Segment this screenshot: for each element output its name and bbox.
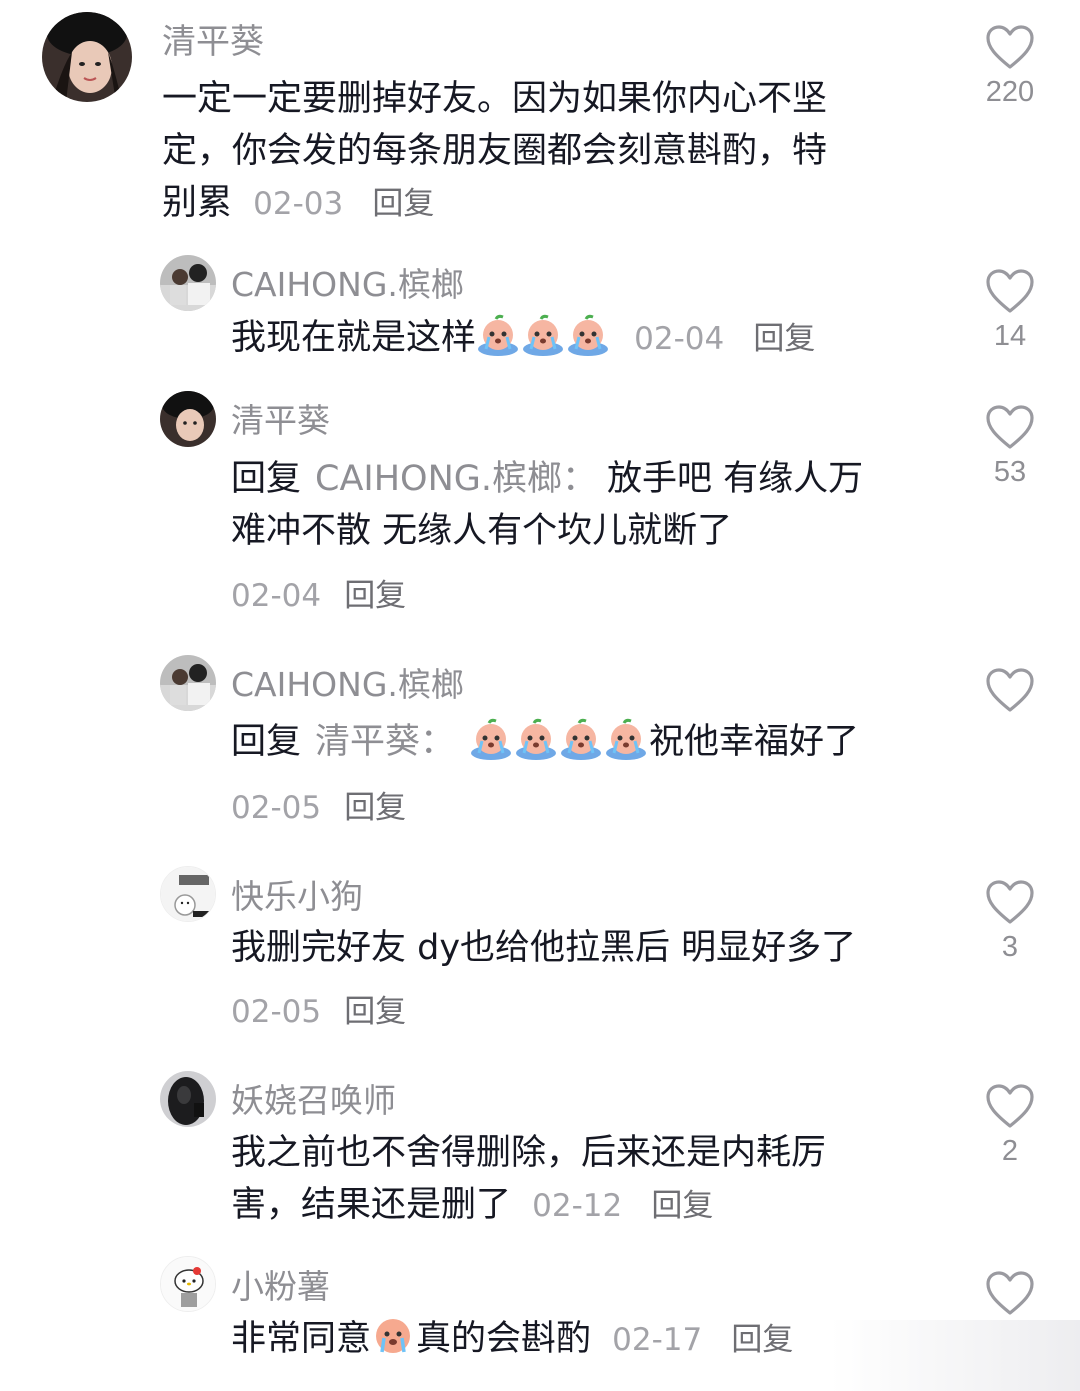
like-count: 220	[985, 76, 1035, 108]
comment-author[interactable]: 清平葵	[162, 14, 264, 63]
comment-text-fragment: 我现在就是这样	[231, 318, 477, 358]
like-button[interactable]: 53	[975, 404, 1045, 489]
comment-date: 02-04	[634, 321, 725, 357]
reply-prefix: 回复	[231, 459, 302, 499]
avatar[interactable]	[160, 1256, 216, 1312]
comment-author[interactable]: 妖娆召唤师	[231, 1074, 396, 1122]
comment-list: 清平葵 一定一定要删掉好友。因为如果你内心不坚 定，你会发的每条朋友圈都会刻意斟…	[0, 0, 1080, 1391]
comment-date: 02-17	[612, 1322, 703, 1358]
like-button[interactable]: 2	[975, 1083, 1045, 1168]
comment-text-fragment: 真的会斟酌	[416, 1319, 592, 1359]
comment-author[interactable]: CAIHONG.槟榔	[231, 658, 464, 706]
crying-emoji-icon	[561, 718, 602, 760]
reply-button[interactable]: 回复	[344, 578, 406, 614]
avatar[interactable]	[160, 1071, 216, 1127]
like-button[interactable]: 220	[975, 24, 1045, 109]
like-count: 14	[993, 320, 1027, 352]
avatar[interactable]	[160, 655, 216, 711]
comment-date: 02-12	[532, 1188, 623, 1224]
reply-button[interactable]: 回复	[344, 994, 406, 1030]
heart-outline-icon	[986, 668, 1034, 712]
reply-target-name[interactable]: CAIHONG.槟榔：	[315, 459, 597, 499]
crying-emoji-icon	[516, 718, 557, 760]
heart-outline-icon	[986, 1271, 1034, 1315]
comment-date: 02-05	[231, 790, 322, 826]
reply-button[interactable]: 回复	[731, 1322, 793, 1358]
like-count: 3	[1001, 931, 1019, 963]
comment-text: 我之前也不舍得删除，后来还是内耗厉 害，结果还是删了 02-12 回复	[231, 1127, 951, 1232]
reply-button[interactable]: 回复	[372, 186, 434, 222]
comment-author[interactable]: 快乐小狗	[231, 870, 363, 918]
crying-emoji-icon	[523, 314, 564, 356]
avatar[interactable]	[160, 255, 216, 311]
comment-meta: 02-05 回复	[231, 986, 406, 1031]
crying-emoji-icon	[471, 718, 512, 760]
avatar[interactable]	[160, 866, 216, 922]
comment-text-line: 回复 CAIHONG.槟榔： 放手吧 有缘人万	[231, 453, 931, 505]
reply-button[interactable]: 回复	[753, 321, 815, 357]
like-button[interactable]: 3	[975, 879, 1045, 964]
reply-button[interactable]: 回复	[651, 1188, 713, 1224]
heart-outline-icon	[986, 880, 1034, 924]
comment-text: 回复 CAIHONG.槟榔： 放手吧 有缘人万 难冲不散 无缘人有个坎儿就断了	[231, 453, 931, 557]
reply-target-name[interactable]: 清平葵：	[315, 722, 455, 762]
avatar[interactable]	[160, 391, 216, 447]
comment-text-fragment: 害，结果还是删了	[231, 1185, 512, 1225]
like-count: 53	[993, 456, 1027, 488]
comment-text-fragment: 非常同意	[231, 1319, 372, 1359]
comment-text-line: 别累 02-03 回复	[162, 177, 922, 230]
comment-text-fragment: 别累	[162, 183, 233, 223]
reply-button[interactable]: 回复	[344, 790, 406, 826]
comment-text-line: 我之前也不舍得删除，后来还是内耗厉	[231, 1133, 827, 1173]
comment-meta: 02-04 回复	[231, 570, 406, 615]
heart-outline-icon	[986, 269, 1034, 313]
comment-text-fragment: 放手吧 有缘人万	[607, 459, 864, 499]
comment-date: 02-04	[231, 578, 322, 614]
avatar[interactable]	[42, 12, 132, 102]
heart-outline-icon	[986, 405, 1034, 449]
comment-text-line: 一定一定要删掉好友。因为如果你内心不坚	[162, 79, 828, 119]
comment-text: 我删完好友 dy也给他拉黑后 明显好多了	[231, 922, 951, 974]
like-button[interactable]	[975, 667, 1045, 713]
comment-author[interactable]: CAIHONG.槟榔	[231, 258, 464, 306]
comment-author[interactable]: 清平葵	[231, 394, 330, 442]
comment-text: 回复 清平葵： 祝他幸福好了	[231, 716, 951, 768]
crying-emoji-icon	[568, 314, 609, 356]
comment-date: 02-05	[231, 994, 322, 1030]
like-count: 2	[1001, 1135, 1019, 1167]
comment-meta: 02-05 回复	[231, 782, 406, 827]
like-button[interactable]: 14	[975, 268, 1045, 353]
crying-emoji-icon	[606, 718, 647, 760]
like-button[interactable]	[975, 1270, 1045, 1316]
comment-text-line: 定，你会发的每条朋友圈都会刻意斟酌，特	[162, 131, 828, 171]
comment-date: 02-03	[253, 186, 344, 222]
comment-text: 一定一定要删掉好友。因为如果你内心不坚 定，你会发的每条朋友圈都会刻意斟酌，特 …	[162, 73, 922, 230]
comment-author[interactable]: 小粉薯	[231, 1260, 330, 1308]
watermark-fade	[830, 1320, 1080, 1391]
comment-text-line: 害，结果还是删了 02-12 回复	[231, 1179, 951, 1232]
reply-prefix: 回复	[231, 722, 302, 762]
comment-text-line: 难冲不散 无缘人有个坎儿就断了	[231, 511, 733, 551]
crying-emoji-icon	[376, 1319, 411, 1353]
comment-text-fragment: 我删完好友 dy也给他拉黑后 明显好多了	[231, 928, 857, 968]
crying-emoji-icon	[478, 314, 519, 356]
comment-text: 我现在就是这样 02-04 回复	[231, 312, 931, 365]
comment-text-fragment: 祝他幸福好了	[649, 722, 860, 762]
heart-outline-icon	[986, 1084, 1034, 1128]
heart-outline-icon	[986, 25, 1034, 69]
